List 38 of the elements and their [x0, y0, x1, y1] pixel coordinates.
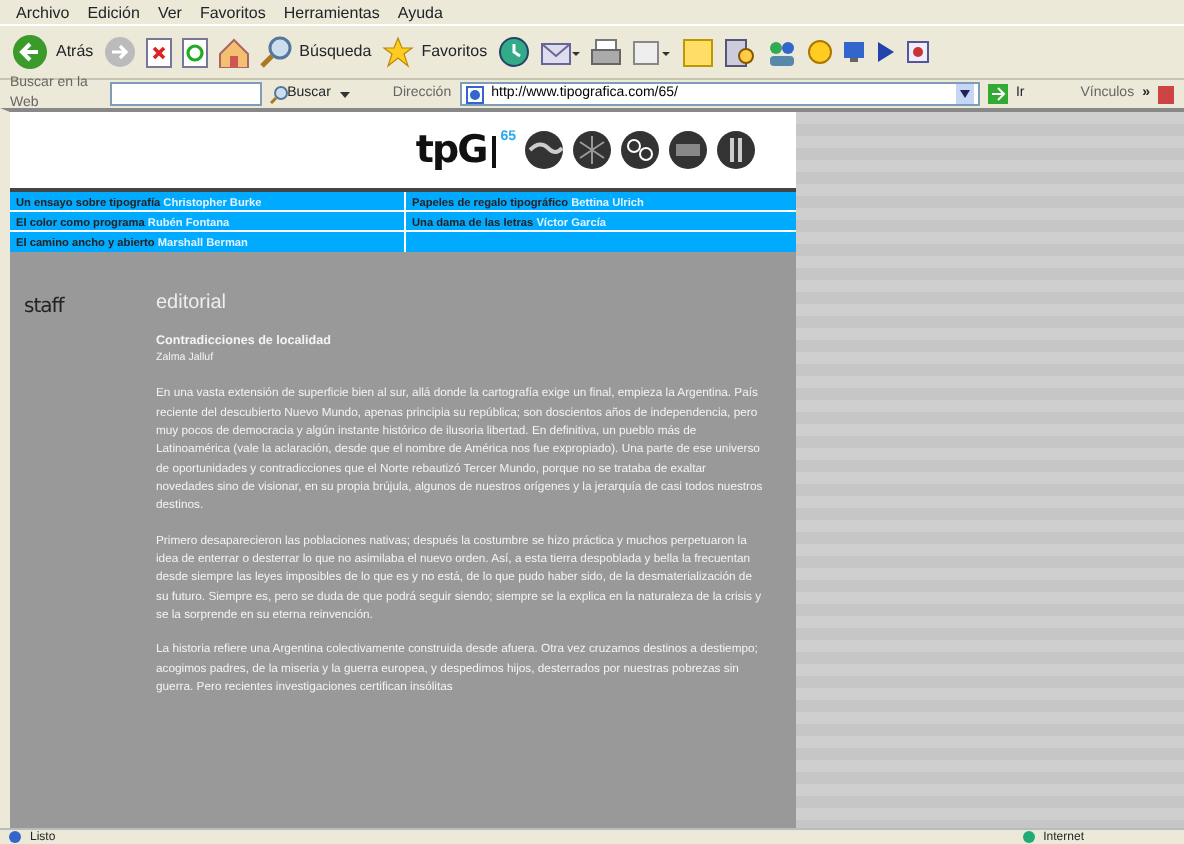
go-arrow-icon	[987, 84, 1008, 104]
magnifier-icon	[259, 36, 292, 68]
search-button[interactable]: Búsqueda	[259, 36, 372, 68]
page-icon	[8, 830, 22, 844]
mail-icon[interactable]	[539, 37, 580, 67]
refresh-icon[interactable]	[181, 37, 208, 67]
staff-label[interactable]: staff	[24, 291, 156, 715]
stop-icon[interactable]	[145, 37, 172, 67]
people-icon[interactable]	[765, 37, 798, 67]
logo-text: tpG	[415, 130, 487, 170]
window-icon[interactable]	[905, 40, 930, 64]
wave-emblem-icon[interactable]	[524, 130, 564, 170]
circles-emblem-icon[interactable]	[620, 130, 660, 170]
printer-icon[interactable]	[589, 37, 622, 67]
mesh-emblem-icon[interactable]	[572, 130, 612, 170]
favorites-button[interactable]: Favoritos	[381, 36, 488, 68]
monitor-icon[interactable]	[841, 40, 866, 64]
history-icon[interactable]	[497, 36, 530, 68]
magnifier-icon	[269, 85, 288, 103]
block-emblem-icon[interactable]	[668, 130, 708, 170]
section-title: editorial	[156, 291, 229, 316]
back-button[interactable]: Atrás	[12, 34, 94, 70]
menu-item[interactable]: Favoritos	[199, 2, 266, 22]
page-icon	[465, 85, 484, 103]
play-icon[interactable]	[875, 40, 896, 64]
menu-item[interactable]: Ayuda	[397, 2, 443, 22]
menu-item[interactable]: Ver	[157, 2, 182, 22]
menu-item[interactable]: Archivo	[16, 2, 70, 22]
dropdown-caret-icon[interactable]	[338, 87, 353, 101]
home-icon[interactable]	[217, 37, 250, 67]
dropdown-caret-icon[interactable]	[955, 84, 974, 104]
search-field[interactable]	[109, 82, 262, 106]
bars-emblem-icon[interactable]	[716, 130, 756, 170]
menu-item[interactable]: Herramientas	[283, 2, 380, 22]
globe-icon	[1021, 830, 1036, 844]
star-icon	[381, 36, 414, 68]
research-icon[interactable]	[723, 37, 756, 67]
menu-item[interactable]: Edición	[87, 2, 140, 22]
